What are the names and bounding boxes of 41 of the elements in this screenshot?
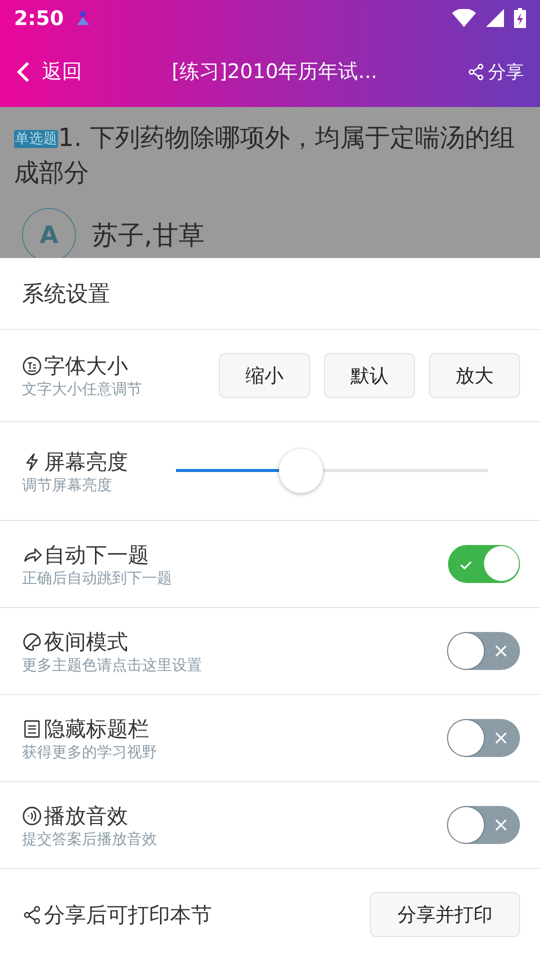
share-button[interactable]: 分享	[467, 60, 524, 84]
font-size-button[interactable]: 放大	[429, 353, 520, 398]
share-icon	[467, 62, 485, 80]
back-chevron-icon	[16, 60, 30, 82]
setting-description: 正确后自动跳到下一题	[22, 568, 172, 588]
setting-title: 屏幕亮度	[44, 448, 128, 476]
close-icon	[494, 818, 508, 832]
setting-description: 调节屏幕亮度	[22, 476, 113, 494]
setting-description: 提交答案后播放音效	[22, 830, 157, 848]
setting-description: 更多主题色请点击这里设置	[22, 656, 202, 674]
text-size-icon	[22, 356, 42, 376]
setting-title: 夜间模式	[44, 628, 128, 656]
sheet-title: 系统设置	[0, 258, 540, 330]
share-print-button[interactable]: 分享并打印	[370, 892, 520, 937]
close-icon	[494, 644, 508, 658]
font-size-button[interactable]: 缩小	[219, 353, 310, 398]
setting-title: 自动下一题	[44, 542, 149, 568]
close-icon	[494, 731, 508, 745]
status-time: 2:50	[14, 6, 64, 30]
toggle-switch[interactable]	[448, 632, 520, 670]
setting-title: 隐藏标题栏	[44, 716, 149, 742]
sound-icon	[22, 806, 42, 826]
page-title: [练习]2010年历年试...	[170, 58, 378, 85]
toggle-switch[interactable]	[448, 806, 520, 844]
slider-thumb[interactable]	[278, 449, 323, 493]
option-text: 苏子,甘草	[92, 220, 204, 252]
setting-title: 分享后可打印本节	[44, 902, 212, 928]
setting-title: 播放音效	[44, 802, 128, 830]
wifi-icon	[452, 9, 476, 27]
signal-icon	[486, 9, 504, 27]
window-icon	[22, 718, 42, 738]
setting-description: 文字大小任意调节	[22, 380, 142, 399]
toggle-switch[interactable]	[448, 719, 520, 757]
setting-title: 字体大小	[44, 353, 128, 380]
share-icon	[22, 904, 42, 924]
back-button[interactable]: 返回	[16, 58, 82, 85]
palette-icon	[22, 632, 42, 652]
toggle-switch[interactable]	[448, 545, 520, 583]
setting-description: 获得更多的学习视野	[22, 742, 157, 762]
font-size-button[interactable]: 默认	[324, 353, 415, 398]
battery-icon	[514, 8, 526, 28]
